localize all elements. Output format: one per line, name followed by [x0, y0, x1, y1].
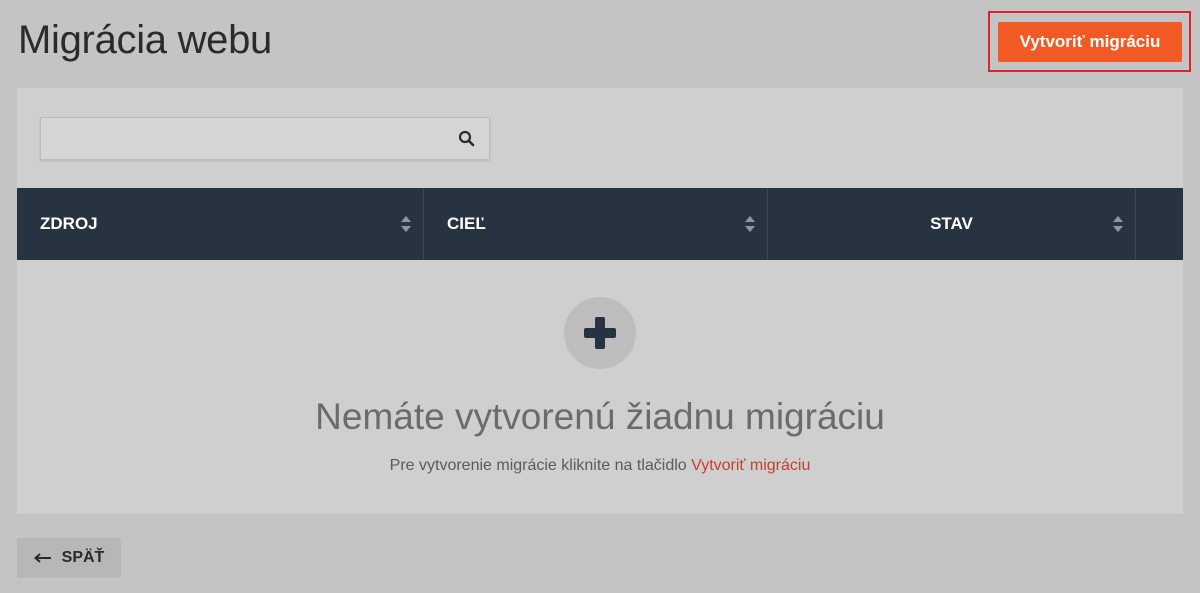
- search-input[interactable]: [41, 118, 443, 159]
- table-header: ZDROJ CIEĽ STAV: [17, 188, 1183, 260]
- sort-icon: [1113, 216, 1123, 232]
- empty-state-create-link[interactable]: Vytvoriť migráciu: [691, 457, 810, 474]
- search-icon: [458, 130, 474, 147]
- column-label-zdroj: ZDROJ: [40, 214, 98, 233]
- column-header-stav[interactable]: STAV: [768, 188, 1136, 260]
- arrow-left-icon: [33, 553, 51, 563]
- empty-state-subtitle: Pre vytvorenie migrácie kliknite na tlač…: [17, 457, 1183, 475]
- back-button-label: SPÄŤ: [61, 549, 105, 566]
- column-label-ciel: CIEĽ: [447, 214, 486, 233]
- sort-icon: [745, 216, 755, 232]
- column-header-ciel[interactable]: CIEĽ: [424, 188, 768, 260]
- page-title: Migrácia webu: [18, 18, 272, 62]
- back-button[interactable]: SPÄŤ: [17, 538, 121, 578]
- empty-state-subtitle-text: Pre vytvorenie migrácie kliknite na tlač…: [389, 457, 692, 474]
- empty-state-title: Nemáte vytvorenú žiadnu migráciu: [315, 396, 885, 437]
- add-migration-icon-button[interactable]: [564, 297, 636, 369]
- plus-icon: [584, 317, 616, 349]
- migration-panel: ZDROJ CIEĽ STAV Nemáte vytvorenú žiadnu …: [17, 88, 1183, 514]
- column-header-actions: [1136, 188, 1183, 260]
- column-header-zdroj[interactable]: ZDROJ: [17, 188, 424, 260]
- create-migration-button[interactable]: Vytvoriť migráciu: [998, 22, 1182, 62]
- search-button[interactable]: [443, 118, 489, 159]
- sort-icon: [401, 216, 411, 232]
- column-label-stav: STAV: [930, 214, 973, 233]
- search-box: [40, 117, 490, 160]
